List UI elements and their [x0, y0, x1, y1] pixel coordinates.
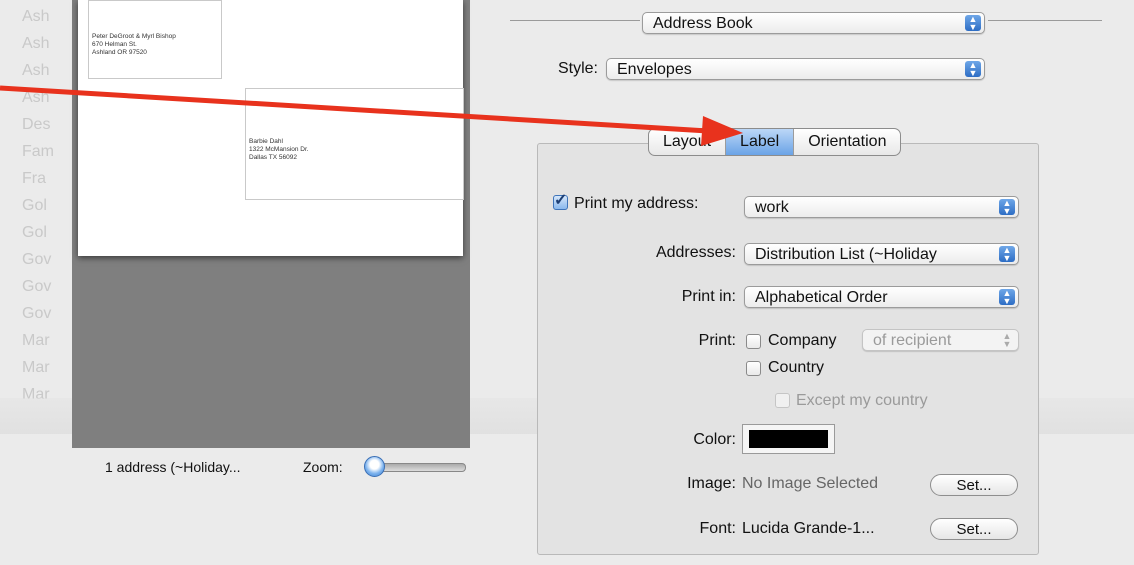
annotation-arrow-line: [0, 85, 709, 134]
annotation-arrow: [0, 85, 743, 146]
annotation-arrowhead: [701, 116, 743, 146]
